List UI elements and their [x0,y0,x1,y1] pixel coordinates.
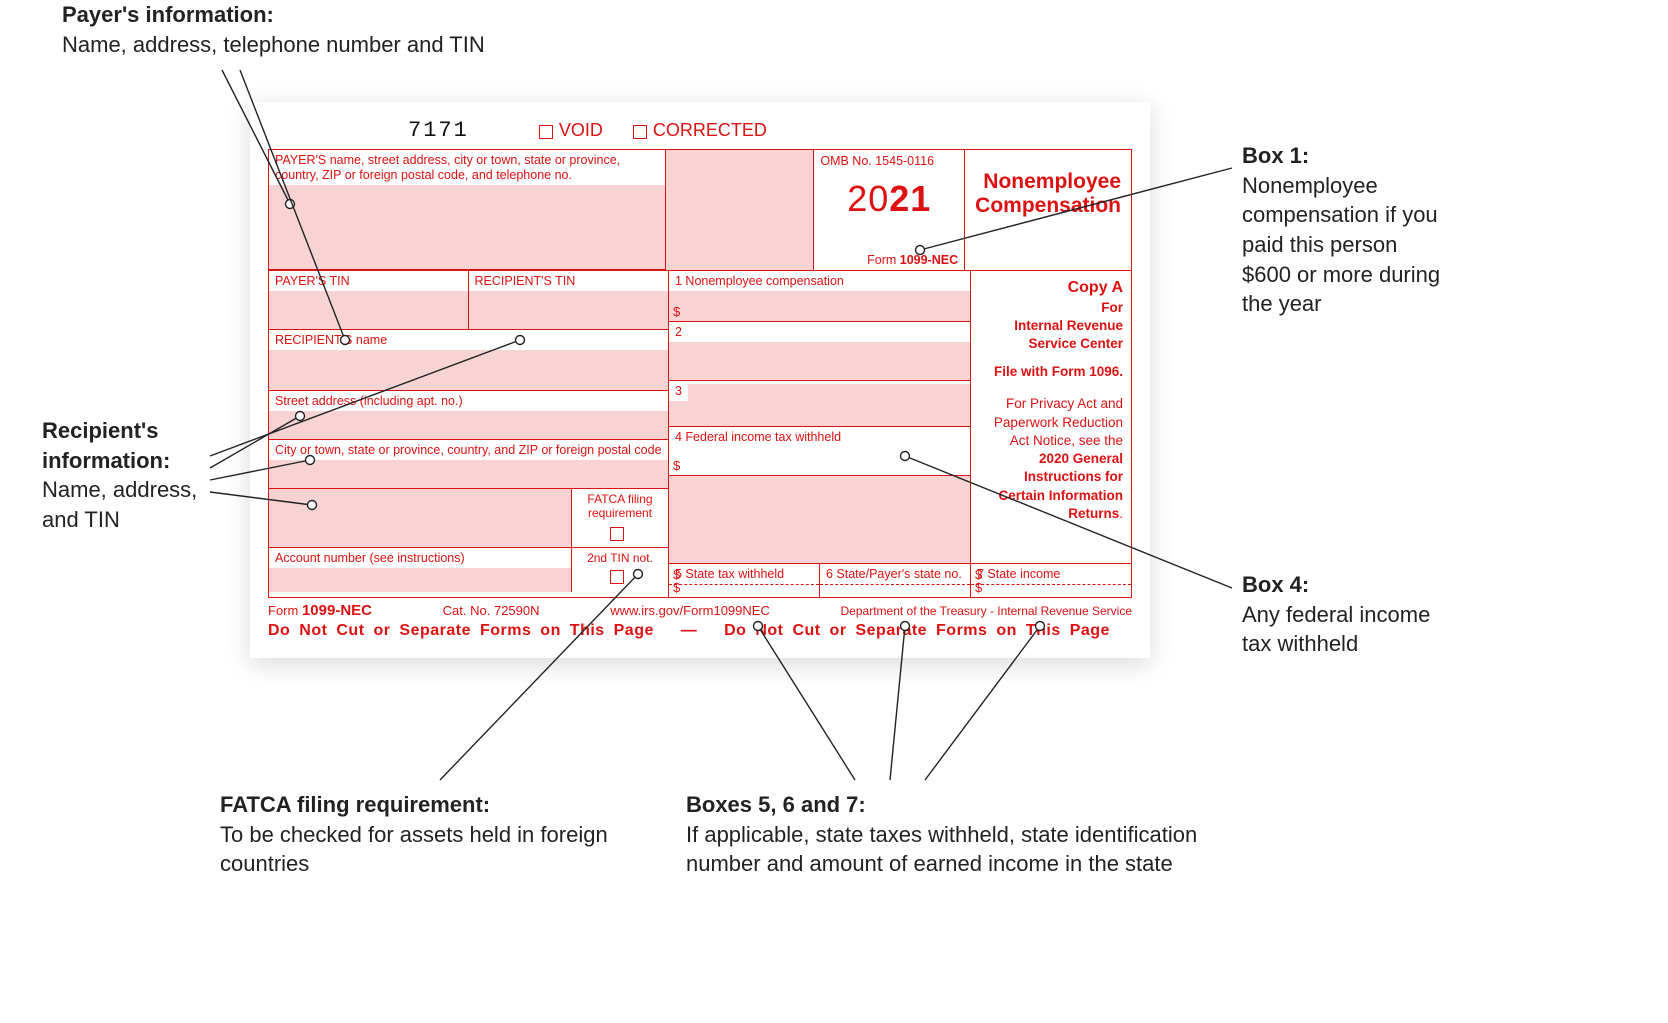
fatca-label: FATCA filing requirement [576,492,664,520]
recipient-name-box[interactable]: RECIPIENT'S name [269,330,668,391]
second-tin-label: 2nd TIN not. [576,551,664,565]
recipient-tin-label: RECIPIENT'S TIN [469,271,669,291]
box-7-label: 7 State income [971,564,1131,584]
fatca-checkbox[interactable] [610,527,624,541]
second-tin-box: 2nd TIN not. [572,548,668,592]
annotation-box567: Boxes 5, 6 and 7: If applicable, state t… [686,790,1206,879]
dept-treasury: Department of the Treasury - Internal Re… [841,604,1132,618]
account-box[interactable]: Account number (see instructions) [269,548,572,592]
blank-pink [269,489,572,547]
annotation-box1: Box 1: Nonemployee compensation if you p… [1242,141,1452,319]
annotation-title: Boxes 5, 6 and 7: [686,790,1206,820]
blank-cell [666,150,815,270]
annotation-body: Name, address, and TIN [42,475,222,534]
recipient-tin-box[interactable]: RECIPIENT'S TIN [469,271,669,329]
form-body: PAYER'S name, street address, city or to… [268,149,1132,598]
annotation-fatca: FATCA filing requirement: To be checked … [220,790,700,879]
copy-for: For [979,299,1123,317]
year-suffix: 21 [889,178,931,219]
box-2[interactable]: 2 [669,322,970,381]
annotation-title: Box 4: [1242,570,1452,600]
dollar-icon: $ [975,580,982,595]
file-with: File with Form 1096. [979,363,1123,381]
payer-tin-box[interactable]: PAYER'S TIN [269,271,469,329]
box-1-label: 1 Nonemployee compensation [669,271,970,291]
form-top-row: 7171 VOID CORRECTED [268,116,1132,149]
copy-irs: Internal Revenue Service Center [979,317,1123,353]
void-label: VOID [559,120,603,141]
dollar-icon: $ [673,458,680,473]
blank-middle [669,476,970,564]
annotation-title: Box 1: [1242,141,1452,171]
form-footer: Form 1099-NEC Cat. No. 72590N www.irs.go… [268,598,1132,619]
fatca-box: FATCA filing requirement [572,489,668,547]
box-7[interactable]: 7 State income $ $ [971,563,1131,597]
form-url: www.irs.gov/Form1099NEC [610,603,770,618]
box-1[interactable]: 1 Nonemployee compensation $ [669,271,970,322]
do-not-cut: Do Not Cut or Separate Forms on This Pag… [268,619,1132,640]
city-box[interactable]: City or town, state or province, country… [269,440,668,489]
omb-year-cell: OMB No. 1545-0116 2021 Form 1099-NEC [814,150,965,270]
cat-number: Cat. No. 72590N [443,603,540,618]
privacy-notice: For Privacy Act and Paperwork Reduction … [979,395,1123,523]
void-checkbox[interactable] [539,125,553,139]
annotation-body: If applicable, state taxes withheld, sta… [686,820,1206,879]
form-title: Nonemployee Compensation [965,150,1131,270]
corrected-label: CORRECTED [653,120,767,141]
annotation-body: Name, address, telephone number and TIN [62,30,492,60]
form-number: Form 1099-NEC [268,602,372,619]
box-5[interactable]: 5 State tax withheld $ $ [669,564,820,597]
year-prefix: 20 [847,178,889,219]
annotation-body: Nonemployee compensation if you paid thi… [1242,171,1452,319]
payer-info-label: PAYER'S name, street address, city or to… [269,150,665,185]
corrected-checkbox[interactable] [633,125,647,139]
city-label: City or town, state or province, country… [269,440,668,460]
box-4[interactable]: 4 Federal income tax withheld $ [669,427,970,476]
annotation-title: Payer's information: [62,0,492,30]
annotation-body: Any federal income tax withheld [1242,600,1452,659]
account-label: Account number (see instructions) [269,548,571,568]
dollar-icon: $ [673,304,680,319]
box-5-label: 5 State tax withheld [669,564,819,584]
annotation-title: FATCA filing requirement: [220,790,700,820]
annotation-title: Recipient's information: [42,416,222,475]
recipient-name-label: RECIPIENT'S name [269,330,668,350]
copy-a: Copy A [979,277,1123,299]
payer-tin-label: PAYER'S TIN [269,271,468,291]
street-label: Street address (including apt. no.) [269,391,668,411]
street-box[interactable]: Street address (including apt. no.) [269,391,668,440]
annotation-box4: Box 4: Any federal income tax withheld [1242,570,1452,659]
annotation-recipient: Recipient's information: Name, address, … [42,416,222,535]
box-2-label: 2 [675,325,682,339]
annotation-body: To be checked for assets held in foreign… [220,820,700,879]
box-6[interactable]: 6 State/Payer's state no. [820,564,970,597]
payer-info-box[interactable]: PAYER'S name, street address, city or to… [269,150,666,270]
box-3-label: 3 [675,384,682,398]
second-tin-checkbox[interactable] [610,570,624,584]
box-6-label: 6 State/Payer's state no. [820,564,970,584]
dollar-icon: $ [673,580,680,595]
box-4-label: 4 Federal income tax withheld [669,427,970,447]
omb-number: OMB No. 1545-0116 [820,154,958,168]
form-1099-nec: 7171 VOID CORRECTED PAYER'S name, street… [250,102,1150,658]
annotation-payer: Payer's information: Name, address, tele… [62,0,492,59]
form-code: 7171 [408,118,469,143]
box-3[interactable]: 3 [669,381,970,427]
